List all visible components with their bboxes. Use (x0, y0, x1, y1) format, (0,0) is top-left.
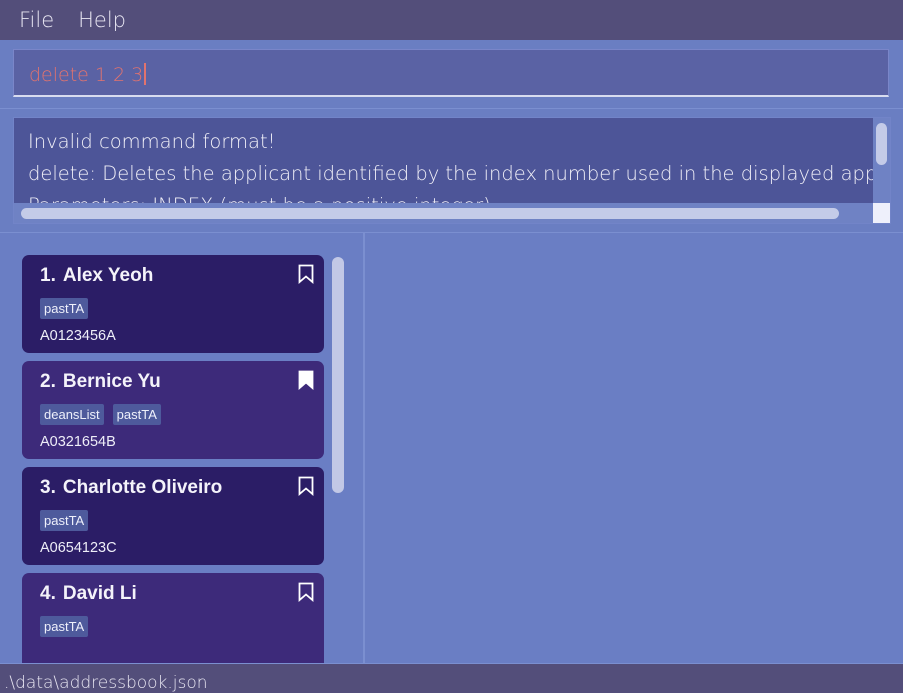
result-display[interactable]: Invalid command format! delete: Deletes … (13, 117, 891, 224)
applicant-name: 3. Charlotte Oliveiro (40, 477, 223, 498)
applicant-name: 1. Alex Yeoh (40, 265, 154, 286)
applicant-card[interactable]: 2. Bernice Yu deansList pastTA A0321654B (22, 361, 324, 459)
applicant-id: A0654123C (40, 540, 117, 556)
result-area: Invalid command format! delete: Deletes … (0, 108, 903, 233)
tag: pastTA (112, 404, 161, 425)
result-vertical-scroll-thumb[interactable] (876, 123, 887, 165)
bookmark-outline-icon[interactable] (298, 264, 314, 284)
save-file-path: .\data\addressbook.json (4, 673, 208, 693)
applicant-card[interactable]: 3. Charlotte Oliveiro pastTA A0654123C (22, 467, 324, 565)
scrollbar-corner (873, 203, 890, 223)
result-horizontal-scroll-thumb[interactable] (21, 208, 839, 219)
result-line: Invalid command format! (28, 130, 276, 153)
tag-list: pastTA (40, 616, 89, 637)
applicant-id: A0123456A (40, 328, 116, 344)
menu-file[interactable]: File (19, 8, 54, 32)
bookmark-outline-icon[interactable] (298, 582, 314, 602)
bookmark-filled-icon[interactable] (298, 370, 314, 390)
applicant-name: 2. Bernice Yu (40, 371, 161, 392)
tag-list: pastTA (40, 510, 89, 531)
command-input[interactable]: delete 1 2 3 (13, 49, 889, 97)
tag: pastTA (40, 510, 89, 531)
applicant-card[interactable]: 4. David Li pastTA (22, 573, 324, 663)
applicant-list-scroll-thumb[interactable] (332, 257, 344, 493)
text-caret (144, 63, 146, 85)
command-text: delete 1 2 3 (29, 63, 146, 86)
applicant-name: 4. David Li (40, 583, 137, 604)
tag-list: pastTA (40, 298, 89, 319)
tag-list: deansList pastTA (40, 404, 161, 425)
command-area: delete 1 2 3 (0, 40, 903, 108)
applicant-card[interactable]: 1. Alex Yeoh pastTA A0123456A (22, 255, 324, 353)
bookmark-outline-icon[interactable] (298, 476, 314, 496)
result-horizontal-scrollbar[interactable] (14, 203, 874, 223)
main-area: 1. Alex Yeoh pastTA A0123456A 2. Bernice Y… (0, 232, 903, 663)
menu-bar: File Help (0, 0, 903, 40)
result-line: delete: Deletes the applicant identified… (28, 162, 891, 185)
menu-help[interactable]: Help (78, 8, 126, 32)
tag: pastTA (40, 616, 89, 637)
applicant-id: A0321654B (40, 434, 116, 450)
result-vertical-scrollbar[interactable] (873, 118, 890, 204)
tag: pastTA (40, 298, 89, 319)
status-bar: .\data\addressbook.json (0, 663, 903, 693)
applicant-list-panel: 1. Alex Yeoh pastTA A0123456A 2. Bernice Y… (0, 233, 365, 663)
tag: deansList (40, 404, 104, 425)
